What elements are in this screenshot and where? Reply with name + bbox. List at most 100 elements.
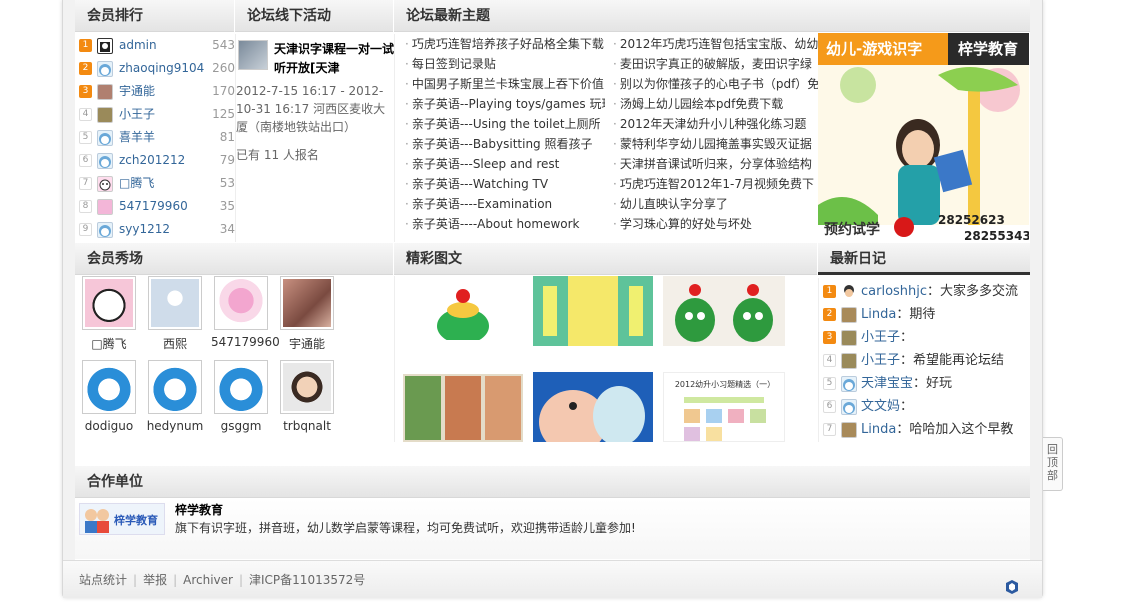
avatar[interactable]: [841, 307, 857, 323]
diary-text[interactable]: ：大家多多交流: [927, 284, 1018, 299]
member-name[interactable]: trbqnalt: [277, 419, 337, 433]
activity-title[interactable]: 天津识字课程一对一试听开放[天津: [274, 40, 394, 78]
diary-user[interactable]: 小王子: [861, 330, 900, 345]
footer-icp-link[interactable]: 津ICP备11013572号: [249, 573, 365, 587]
diary-text[interactable]: ：: [900, 330, 913, 345]
rank-row[interactable]: 4 小王子 125: [75, 103, 235, 126]
member-name[interactable]: □腾飞: [79, 335, 139, 352]
member-show-item[interactable]: trbqnalt: [277, 360, 337, 433]
topic-link[interactable]: 亲子英语--Playing toys/games 玩玩: [405, 94, 605, 114]
diary-text[interactable]: ：: [900, 399, 913, 414]
avatar[interactable]: [97, 176, 113, 192]
topic-link[interactable]: 亲子英语---Babysitting 照看孩子: [405, 134, 605, 154]
topic-link[interactable]: 中国男子斯里兰卡珠宝展上吞下价值: [405, 74, 605, 94]
topic-link[interactable]: 巧虎巧连智培养孩子好品格全集下载: [405, 34, 605, 54]
gallery-image[interactable]: 2012幼升小习题精选（一）: [663, 372, 785, 442]
rank-username[interactable]: 小王子: [119, 103, 155, 126]
member-photo[interactable]: [214, 276, 268, 330]
topic-link[interactable]: 亲子英语---Watching TV: [405, 174, 605, 194]
avatar[interactable]: [97, 222, 113, 238]
gallery-image[interactable]: [403, 374, 523, 442]
avatar[interactable]: [841, 353, 857, 369]
avatar[interactable]: [97, 107, 113, 123]
footer-stats-link[interactable]: 站点统计: [79, 573, 127, 587]
topic-link[interactable]: 巧虎巧连智2012年1-7月视频免费下: [613, 174, 818, 194]
rank-row[interactable]: 8 547179960 35: [75, 195, 235, 218]
rank-username[interactable]: 宇通能: [119, 80, 155, 103]
diary-text[interactable]: ：哈哈加入这个早教: [896, 422, 1013, 437]
avatar[interactable]: [841, 422, 857, 438]
member-name[interactable]: 宇通能: [277, 335, 337, 352]
avatar[interactable]: [97, 199, 113, 215]
diary-user[interactable]: 天津宝宝: [861, 376, 913, 391]
avatar[interactable]: [841, 284, 857, 300]
diary-row[interactable]: 5 天津宝宝：好玩: [819, 372, 1029, 395]
diary-user[interactable]: Linda: [861, 307, 896, 322]
topic-link[interactable]: 亲子英语----Examination: [405, 194, 605, 214]
rank-username[interactable]: 547179960: [119, 195, 188, 218]
rank-row[interactable]: 1 admin 543: [75, 34, 235, 57]
member-name[interactable]: 西熙: [145, 335, 205, 352]
rank-username[interactable]: zch201212: [119, 149, 185, 172]
gallery-image[interactable]: [533, 276, 653, 346]
security-shield-icon[interactable]: [1004, 572, 1020, 594]
member-photo[interactable]: [148, 360, 202, 414]
diary-text[interactable]: ：期待: [896, 307, 935, 322]
member-name[interactable]: 547179960: [211, 335, 280, 349]
member-show-item[interactable]: 宇通能: [277, 276, 337, 352]
diary-row[interactable]: 3 小王子：: [819, 326, 1029, 349]
topic-link[interactable]: 每日签到记录贴: [405, 54, 605, 74]
back-to-top-button[interactable]: 回顶部: [1043, 437, 1063, 491]
topic-link[interactable]: 亲子英语---Sleep and rest: [405, 154, 605, 174]
member-photo[interactable]: [214, 360, 268, 414]
diary-row[interactable]: 2 Linda：期待: [819, 303, 1029, 326]
topic-link[interactable]: 亲子英语----About homework: [405, 214, 605, 234]
avatar[interactable]: [97, 153, 113, 169]
rank-username[interactable]: 喜羊羊: [119, 126, 155, 149]
member-show-item[interactable]: gsggm: [211, 360, 271, 433]
member-photo[interactable]: [280, 360, 334, 414]
topic-link[interactable]: 2012年巧虎巧连智包括宝宝版、幼幼: [613, 34, 818, 54]
member-name[interactable]: hedynum: [145, 419, 205, 433]
member-name[interactable]: gsggm: [211, 419, 271, 433]
gallery-image[interactable]: [403, 276, 523, 340]
gallery-image[interactable]: [533, 372, 653, 442]
footer-report-link[interactable]: 举报: [143, 573, 167, 587]
ad-banner[interactable]: 幼儿-游戏识字 梓学教育 预约试学 28252623 28255343: [818, 33, 1029, 243]
partner-name[interactable]: 梓学教育: [175, 501, 223, 518]
member-show-item[interactable]: □腾飞: [79, 276, 139, 352]
member-show-item[interactable]: 西熙: [145, 276, 205, 352]
activity-thumbnail[interactable]: [238, 40, 268, 70]
rank-row[interactable]: 9 syy1212 34: [75, 218, 235, 241]
avatar[interactable]: [97, 38, 113, 54]
member-photo[interactable]: [82, 276, 136, 330]
avatar[interactable]: [841, 399, 857, 415]
rank-row[interactable]: 3 宇通能 170: [75, 80, 235, 103]
rank-row[interactable]: 2 zhaoqing9104 260: [75, 57, 235, 80]
rank-row[interactable]: 7 □腾飞 53: [75, 172, 235, 195]
diary-text[interactable]: ：希望能再论坛结: [900, 353, 1004, 368]
avatar[interactable]: [97, 61, 113, 77]
diary-user[interactable]: Linda: [861, 422, 896, 437]
topic-link[interactable]: 别以为你懂孩子的心电子书（pdf）免: [613, 74, 818, 94]
gallery-image[interactable]: [663, 276, 785, 346]
diary-row[interactable]: 1 carloshhjc：大家多多交流: [819, 280, 1029, 303]
rank-username[interactable]: syy1212: [119, 218, 170, 241]
topic-link[interactable]: 麦田识字真正的破解版，麦田识字绿: [613, 54, 818, 74]
diary-row[interactable]: 6 文文妈：: [819, 395, 1029, 418]
rank-username[interactable]: □腾飞: [119, 172, 154, 195]
topic-link[interactable]: 幼儿直映认字分享了: [613, 194, 818, 214]
rank-username[interactable]: zhaoqing9104: [119, 57, 204, 80]
rank-username[interactable]: admin: [119, 34, 157, 57]
diary-user[interactable]: 小王子: [861, 353, 900, 368]
member-name[interactable]: dodiguo: [79, 419, 139, 433]
topic-link[interactable]: 学习珠心算的好处与坏处: [613, 214, 818, 234]
member-photo[interactable]: [148, 276, 202, 330]
topic-link[interactable]: 汤姆上幼儿园绘本pdf免费下载: [613, 94, 818, 114]
topic-link[interactable]: 亲子英语---Using the toilet上厕所: [405, 114, 605, 134]
avatar[interactable]: [97, 130, 113, 146]
member-photo[interactable]: [82, 360, 136, 414]
member-photo[interactable]: [280, 276, 334, 330]
diary-user[interactable]: carloshhjc: [861, 284, 927, 299]
topic-link[interactable]: 2012年天津幼升小儿种强化练习题: [613, 114, 818, 134]
